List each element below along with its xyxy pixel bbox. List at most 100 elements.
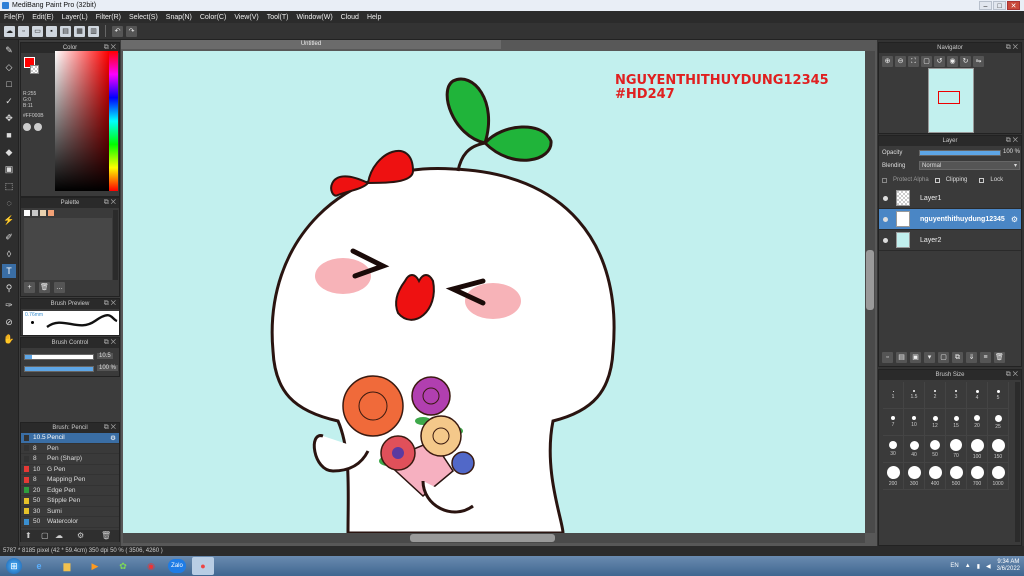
brush-size-option[interactable]: 300 (904, 463, 925, 490)
chat-icon[interactable]: ▭ (32, 25, 43, 37)
cloud-icon[interactable]: ☁ (4, 25, 15, 37)
vertical-scroll-thumb[interactable] (866, 250, 874, 310)
layer-row[interactable]: Layer2 (879, 230, 1021, 251)
duplicate-layer-icon[interactable]: ⧉ (952, 352, 963, 363)
pencil-tool-icon[interactable]: ✎ (2, 43, 16, 57)
menu-edit[interactable]: Edit(E) (32, 14, 53, 21)
zoom-out-icon[interactable]: ⊖ (895, 56, 906, 67)
background-color-swatch[interactable] (30, 65, 39, 74)
palette-swatch[interactable] (32, 210, 38, 216)
chrome-icon[interactable]: ◉ (140, 557, 162, 575)
app-icon-green[interactable]: ✿ (112, 557, 134, 575)
brush-size-option[interactable]: 10 (904, 409, 925, 436)
menu-view[interactable]: View(V) (234, 14, 258, 21)
horizontal-scroll-thumb[interactable] (410, 534, 555, 542)
color-picker-icon[interactable] (34, 123, 42, 131)
grid-icon[interactable]: ▦ (74, 25, 85, 37)
merge-down-icon[interactable]: ⇓ (966, 352, 977, 363)
brush-size-option[interactable]: 5 (988, 382, 1009, 409)
palette-area[interactable] (24, 218, 112, 280)
gradient-tool-icon[interactable]: ▣ (2, 162, 16, 176)
brush-cloud-icon[interactable]: ☁ (55, 531, 63, 540)
brush-size-option[interactable]: 7 (883, 409, 904, 436)
palette-swatch[interactable] (40, 210, 46, 216)
brush-list-item[interactable]: 20 Edge Pen (21, 486, 119, 496)
palette-swatch[interactable] (24, 210, 30, 216)
brush-opacity-value[interactable]: 100 % (97, 365, 119, 371)
layer-opacity-value[interactable]: 100 % (1003, 149, 1020, 155)
redo-icon[interactable]: ↷ (126, 25, 137, 37)
palette-delete-icon[interactable]: 🗑 (39, 282, 50, 293)
brush-size-option[interactable]: 25 (988, 409, 1009, 436)
zoom-in-icon[interactable]: ⊕ (882, 56, 893, 67)
save-icon[interactable]: ▪ (46, 25, 57, 37)
lasso-tool-icon[interactable]: ◌ (2, 196, 16, 210)
medibang-icon[interactable]: ● (192, 557, 214, 575)
drawing-canvas[interactable]: NGUYENTHITHUYDUNG12345 #HD247 (123, 51, 865, 533)
fill-rect-tool-icon[interactable]: ■ (2, 128, 16, 142)
clock[interactable]: 9:34 AM 3/6/2022 (997, 559, 1020, 573)
rotate-right-icon[interactable]: ↻ (960, 56, 971, 67)
brush-size-option[interactable]: 100 (967, 436, 988, 463)
brush-add-icon[interactable]: ⬆ (25, 531, 32, 540)
panel-close-icon[interactable]: ⧉ ✕ (104, 299, 116, 309)
gear-icon[interactable]: ⚙ (110, 434, 116, 442)
menu-filter[interactable]: Filter(R) (96, 14, 121, 21)
brush-size-option[interactable]: 1000 (988, 463, 1009, 490)
navigator-viewport-box[interactable] (938, 91, 960, 104)
panel-close-icon[interactable]: ⧉ ✕ (1006, 136, 1018, 146)
menu-snap[interactable]: Snap(N) (166, 14, 192, 21)
undo-icon[interactable]: ↶ (112, 25, 123, 37)
layer-opacity-slider[interactable] (919, 150, 1001, 156)
brush-size-option[interactable]: 40 (904, 436, 925, 463)
gear-icon[interactable]: ⚙ (1011, 215, 1018, 224)
internet-explorer-icon[interactable]: e (28, 557, 50, 575)
reset-rotation-icon[interactable]: ◉ (947, 56, 958, 67)
media-player-icon[interactable]: ▶ (84, 557, 106, 575)
palette-scrollbar[interactable] (113, 210, 118, 280)
brush-size-option[interactable]: 12 (925, 409, 946, 436)
brush-folder-icon[interactable]: ▢ (41, 531, 49, 540)
hand-tool-icon[interactable]: ✋ (2, 332, 16, 346)
rotate-left-icon[interactable]: ↺ (934, 56, 945, 67)
color-wheel-icon[interactable] (23, 123, 31, 131)
menu-window[interactable]: Window(W) (296, 14, 332, 21)
menu-file[interactable]: File(F) (4, 14, 24, 21)
brush-size-option[interactable]: 150 (988, 436, 1009, 463)
select-rect-tool-icon[interactable]: ⬚ (2, 179, 16, 193)
new-layer-icon[interactable]: ▫ (882, 352, 893, 363)
palette-add-icon[interactable]: + (24, 282, 35, 293)
brush-opacity-slider[interactable] (24, 366, 94, 372)
delete-layer-icon[interactable]: 🗑 (994, 352, 1005, 363)
actual-size-icon[interactable]: ▢ (921, 56, 932, 67)
new-8bit-layer-icon[interactable]: ▣ (910, 352, 921, 363)
saturation-value-picker[interactable] (55, 51, 109, 191)
brush-size-option[interactable]: 15 (946, 409, 967, 436)
volume-icon[interactable]: ◀ (986, 563, 991, 570)
protect-alpha-checkbox[interactable] (882, 177, 887, 183)
brush-list-item[interactable]: 8 Mapping Pen (21, 475, 119, 486)
file-explorer-icon[interactable]: ▆ (56, 557, 78, 575)
brush-list-item[interactable]: 30 Sumi (21, 507, 119, 517)
brush-size-option[interactable]: 200 (883, 463, 904, 490)
text-tool-icon[interactable]: T (2, 264, 16, 278)
network-icon[interactable]: ▮ (977, 563, 980, 570)
brush-list-item[interactable]: 10 G Pen (21, 465, 119, 475)
panel-close-icon[interactable]: ⧉ ✕ (104, 338, 116, 348)
hue-slider[interactable] (109, 51, 118, 191)
brush-list-item[interactable]: 10.5 Pencil ⚙ (21, 433, 119, 444)
document-tab[interactable]: Untitled (121, 40, 501, 49)
eye-icon[interactable] (883, 237, 888, 243)
panel-close-icon[interactable]: ⧉ ✕ (1006, 370, 1018, 380)
brush-size-option[interactable]: 30 (883, 436, 904, 463)
palette-swatch[interactable] (48, 210, 54, 216)
new-halftone-layer-icon[interactable]: ▤ (896, 352, 907, 363)
minimize-button[interactable]: – (979, 1, 992, 10)
brush-size-option[interactable]: 2 (925, 382, 946, 409)
blending-select[interactable]: Normal ▾ (919, 161, 1020, 170)
bucket-tool-icon[interactable]: ◆ (2, 145, 16, 159)
brush-size-option[interactable]: 700 (967, 463, 988, 490)
language-indicator[interactable]: EN (950, 563, 958, 569)
brush-size-option[interactable]: 4 (967, 382, 988, 409)
brush-size-value[interactable]: 10.5 (97, 353, 113, 359)
